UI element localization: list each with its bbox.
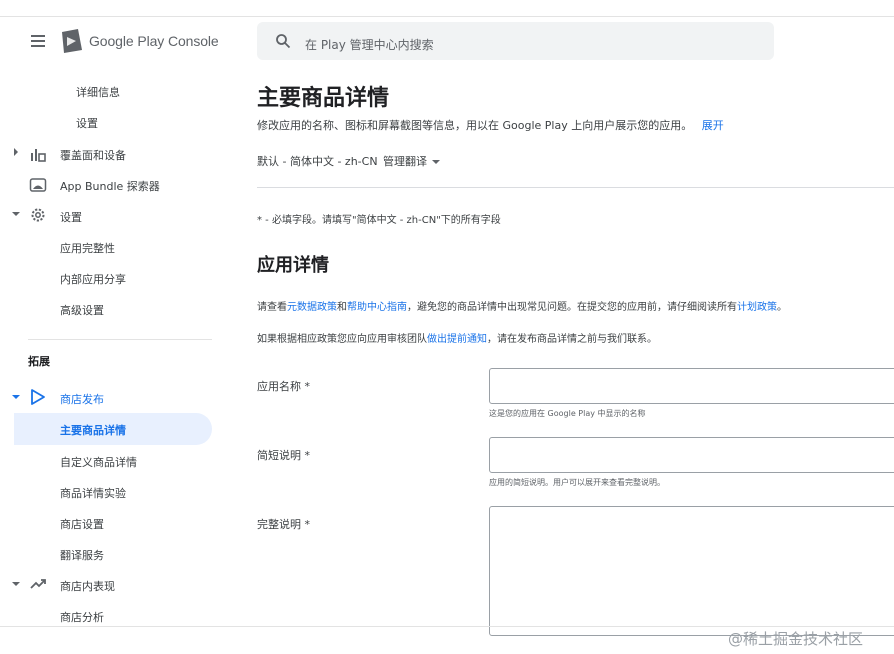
policy-text: ，避免您的商品详情中出现常见问题。在提交您的应用前，请仔细阅读所有 [407,302,737,313]
app-name-input[interactable] [489,368,894,404]
policy-text: 。 [777,302,787,313]
sidebar-item-app-integrity[interactable]: 应用完整性 [60,240,115,256]
language-label: 默认 - 简体中文 - zh-CN [257,155,378,168]
app-name-label: 应用名称 * [257,380,310,393]
page-title: 主要商品详情 [257,86,390,111]
watermark: @稀土掘金技术社区 [728,630,864,648]
manage-translations-label: 管理翻译 [383,155,427,168]
policy-paragraph: 请查看元数据政策和帮助中心指南，避免您的商品详情中出现常见问题。在提交您的应用前… [257,298,787,313]
metadata-policy-link[interactable]: 元数据政策 [287,302,337,313]
sidebar-item-store-analysis[interactable]: 商店分析 [60,609,104,625]
section-title-app-details: 应用详情 [257,255,329,276]
bottom-divider [0,626,894,627]
program-policy-link[interactable]: 计划政策 [737,302,777,313]
short-description-label: 简短说明 * [257,449,310,462]
sidebar-divider [28,339,212,340]
policy-text: 请查看 [257,302,287,313]
app-bundle-icon [29,178,47,192]
search-icon [276,34,291,49]
sidebar-item-settings[interactable]: 设置 [60,209,82,225]
menu-icon[interactable] [28,30,50,52]
search-bar[interactable]: 在 Play 管理中心内搜索 [257,22,774,60]
policy-text: 和 [337,302,347,313]
sidebar-item-reach-devices[interactable]: 覆盖面和设备 [60,147,126,163]
collapse-caret-icon[interactable] [12,212,20,216]
collapse-caret-icon[interactable] [12,395,20,399]
sidebar-item-store-settings[interactable]: 商店设置 [60,516,104,532]
sidebar-item-advanced-settings[interactable]: 高级设置 [60,302,104,318]
sidebar-item-store-presence[interactable]: 商店发布 [60,391,104,407]
app-name-hint: 这是您的应用在 Google Play 中显示的名称 [489,409,646,418]
gear-icon [31,208,45,222]
required-fields-note: * - 必填字段。请填写"简体中文 - zh-CN"下的所有字段 [257,215,501,226]
help-center-link[interactable]: 帮助中心指南 [347,302,407,313]
short-description-hint: 应用的简短说明。用户可以展开来查看完整说明。 [489,478,665,487]
top-divider [0,16,894,17]
expand-link[interactable]: 展开 [702,119,724,132]
dropdown-arrow-icon [432,160,440,164]
play-store-icon [31,389,45,405]
bar-chart-icon [31,149,46,162]
trending-up-icon [30,579,46,589]
brand-name: Google Play Console [89,33,219,49]
collapse-caret-icon[interactable] [12,582,20,586]
expand-caret-icon[interactable] [14,148,18,156]
sidebar-item-app-bundle[interactable]: App Bundle 探索器 [60,178,160,194]
search-placeholder: 在 Play 管理中心内搜索 [305,38,434,52]
full-description-label: 完整说明 * [257,518,310,531]
notice-text: ，请在发布商品详情之前与我们联系。 [487,334,657,345]
short-description-input[interactable] [489,437,894,473]
notice-text: 如果根据相应政策您应向应用审核团队 [257,334,427,345]
sidebar-item-custom-listings[interactable]: 自定义商品详情 [60,454,137,470]
advance-notice-link[interactable]: 做出提前通知 [427,334,487,345]
sidebar-item-settings-sub[interactable]: 设置 [76,115,98,131]
manage-translations-dropdown[interactable]: 管理翻译 [383,153,440,169]
page-subtitle: 修改应用的名称、图标和屏幕截图等信息，用以在 Google Play 上向用户展… [257,117,724,133]
content-divider [257,187,894,188]
play-console-logo [62,29,82,53]
sidebar-group-title: 拓展 [28,355,50,368]
notice-paragraph: 如果根据相应政策您应向应用审核团队做出提前通知，请在发布商品详情之前与我们联系。 [257,330,657,345]
subtitle-text: 修改应用的名称、图标和屏幕截图等信息，用以在 Google Play 上向用户展… [257,119,693,132]
sidebar-item-internal-sharing[interactable]: 内部应用分享 [60,271,126,287]
sidebar-item-details[interactable]: 详细信息 [76,84,120,100]
sidebar-item-main-listing[interactable]: 主要商品详情 [60,422,126,438]
sidebar-item-translation-service[interactable]: 翻译服务 [60,547,104,563]
sidebar-item-listing-experiments[interactable]: 商品详情实验 [60,485,126,501]
sidebar-item-store-performance[interactable]: 商店内表现 [60,578,115,594]
full-description-textarea[interactable] [489,506,894,636]
